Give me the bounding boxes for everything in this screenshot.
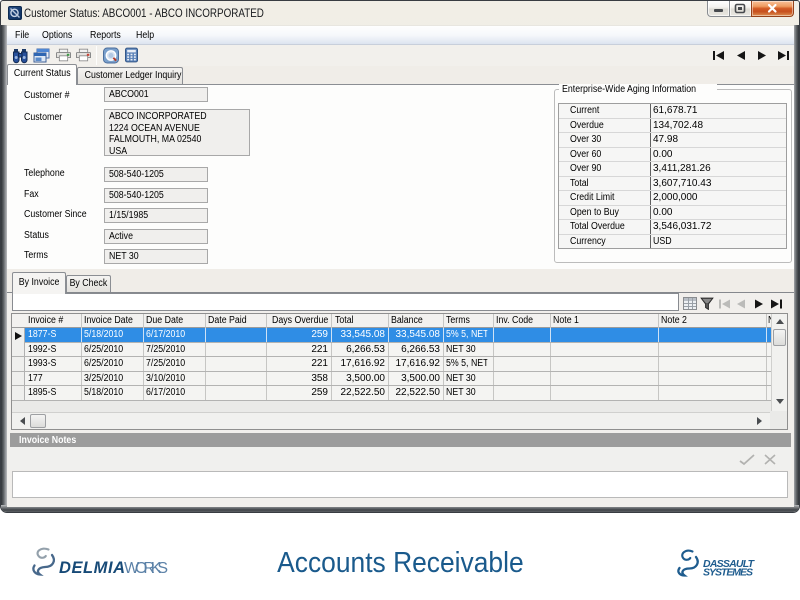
svg-text:SYSTEMES: SYSTEMES — [703, 567, 753, 579]
svg-text:DELMIA: DELMIA — [59, 559, 125, 577]
svg-text:WORKS: WORKS — [124, 560, 168, 577]
